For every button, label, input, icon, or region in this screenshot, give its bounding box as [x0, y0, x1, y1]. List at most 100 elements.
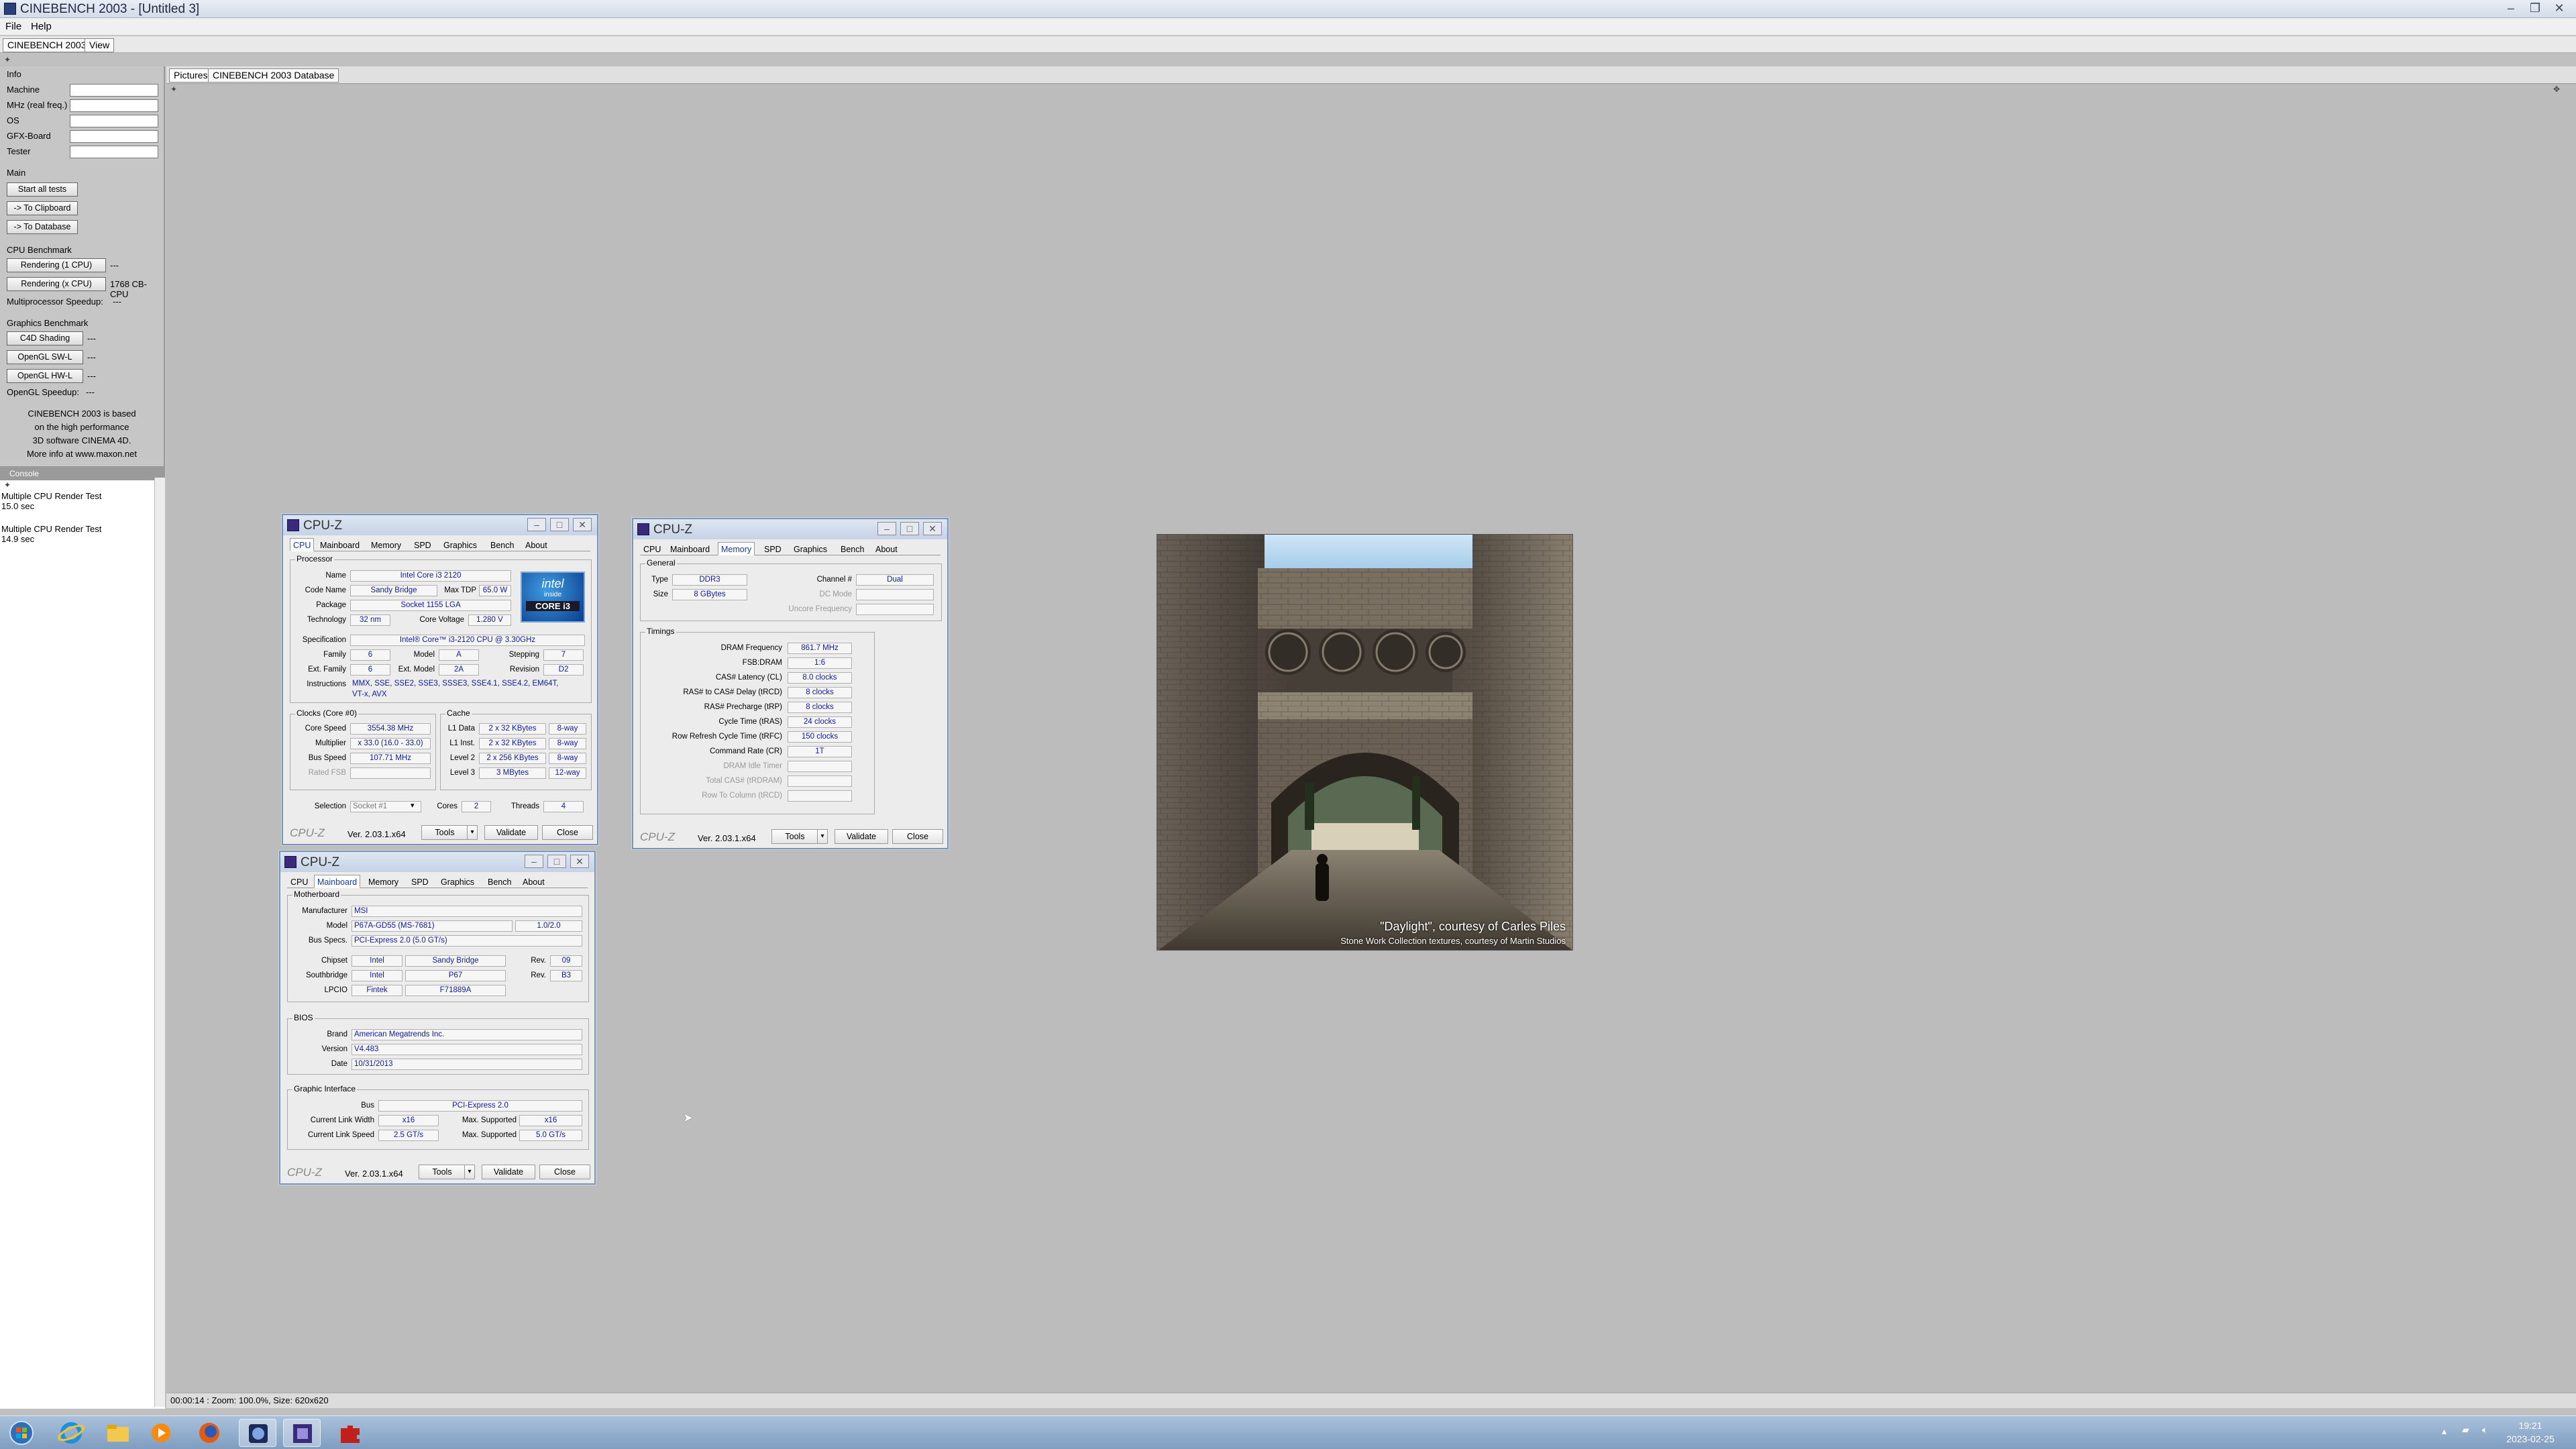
tab-mainboard[interactable]: Mainboard	[314, 875, 361, 888]
maxon-link[interactable]: More info at www.maxon.net	[7, 447, 157, 461]
to-clipboard-button[interactable]: -> To Clipboard	[7, 201, 78, 215]
validate-button[interactable]: Validate	[482, 1165, 535, 1179]
network-icon[interactable]: ▰	[2462, 1424, 2469, 1436]
gfx-board-field[interactable]	[70, 130, 158, 143]
taskbar-date[interactable]: 2023-02-25	[2504, 1434, 2557, 1444]
chipset-rev-label: Rev.	[531, 957, 546, 965]
tab-graphics[interactable]: Graphics	[440, 538, 480, 551]
menu-file[interactable]: File	[5, 21, 21, 32]
close-button[interactable]: ✕	[923, 522, 942, 535]
console-pin-icon[interactable]: ✦	[4, 480, 11, 490]
picture-move-icon[interactable]: ✥	[2553, 85, 2560, 94]
c4d-shading-button[interactable]: C4D Shading	[7, 331, 83, 345]
tab-view[interactable]: View	[85, 38, 115, 52]
specification-label: Specification	[302, 636, 346, 644]
cinebench-taskbar-button[interactable]	[239, 1419, 276, 1447]
tab-mainboard[interactable]: Mainboard	[317, 538, 363, 551]
app-taskbar-button[interactable]	[331, 1419, 369, 1447]
chevron-down-icon[interactable]: ▾	[411, 801, 415, 810]
tab-memory[interactable]: Memory	[368, 538, 405, 551]
close-button[interactable]: ✕	[570, 855, 589, 868]
tab-bench[interactable]: Bench	[837, 542, 867, 555]
tab-memory[interactable]: Memory	[718, 542, 755, 555]
tools-button[interactable]: Tools	[771, 829, 818, 844]
stepping-value: 7	[543, 649, 584, 661]
multiplier-label: Multiplier	[315, 739, 346, 747]
firefox-taskbar-button[interactable]	[191, 1419, 228, 1447]
tab-cpu[interactable]: CPU	[290, 538, 315, 551]
tab-spd[interactable]: SPD	[408, 875, 432, 888]
tab-bench[interactable]: Bench	[484, 875, 515, 888]
maximize-button[interactable]: ❐	[2524, 1, 2546, 16]
to-database-button[interactable]: -> To Database	[7, 220, 78, 234]
current-link-width-value: x16	[378, 1115, 439, 1126]
l1-data-value: 2 x 32 KBytes	[479, 723, 546, 735]
rendering-1cpu-button[interactable]: Rendering (1 CPU)	[7, 258, 106, 272]
minimize-button[interactable]: –	[527, 518, 546, 531]
rated-fsb-label: Rated FSB	[308, 769, 346, 777]
tools-dropdown-icon[interactable]: ▾	[464, 1165, 475, 1179]
minimize-button[interactable]: –	[525, 855, 543, 868]
tab-about[interactable]: About	[522, 538, 551, 551]
tab-pictures[interactable]: Pictures	[169, 68, 213, 83]
maximize-button[interactable]: □	[547, 855, 566, 868]
family-value: 6	[350, 649, 390, 661]
tab-database[interactable]: CINEBENCH 2003 Database	[208, 68, 339, 83]
close-window-button[interactable]: Close	[892, 829, 943, 844]
tab-mainboard[interactable]: Mainboard	[667, 542, 713, 555]
tab-spd[interactable]: SPD	[761, 542, 785, 555]
tester-field[interactable]	[70, 146, 158, 158]
console-scrollbar[interactable]	[154, 478, 165, 1407]
minimize-button[interactable]: –	[2500, 1, 2522, 16]
tab-graphics[interactable]: Graphics	[437, 875, 478, 888]
mhz-field[interactable]	[70, 99, 158, 112]
minimize-button[interactable]: –	[877, 522, 896, 535]
tools-dropdown-icon[interactable]: ▾	[467, 825, 478, 840]
os-field[interactable]	[70, 115, 158, 127]
tab-cinebench[interactable]: CINEBENCH 2003	[3, 38, 91, 52]
maximize-button[interactable]: □	[900, 522, 919, 535]
tab-spd[interactable]: SPD	[411, 538, 435, 551]
validate-button[interactable]: Validate	[484, 825, 538, 840]
media-player-taskbar-button[interactable]	[142, 1419, 180, 1447]
opengl-hw-button[interactable]: OpenGL HW-L	[7, 369, 83, 383]
start-button[interactable]	[3, 1419, 40, 1447]
picture-pin-icon[interactable]: ✦	[170, 85, 177, 94]
validate-button[interactable]: Validate	[835, 829, 888, 844]
tab-memory[interactable]: Memory	[365, 875, 402, 888]
close-button[interactable]: ✕	[2548, 1, 2571, 16]
menu-bar: File Help	[0, 18, 2576, 36]
taskbar-time[interactable]: 19:21	[2504, 1420, 2557, 1431]
tab-about[interactable]: About	[872, 542, 901, 555]
tools-button[interactable]: Tools	[421, 825, 468, 840]
maximize-button[interactable]: □	[550, 518, 569, 531]
tab-graphics[interactable]: Graphics	[790, 542, 830, 555]
explorer-taskbar-button[interactable]	[99, 1419, 137, 1447]
close-window-button[interactable]: Close	[542, 825, 593, 840]
tab-about[interactable]: About	[519, 875, 548, 888]
tab-cpu[interactable]: CPU	[640, 542, 664, 555]
menu-help[interactable]: Help	[31, 21, 52, 32]
tab-bench[interactable]: Bench	[487, 538, 517, 551]
tray-chevron-up-icon[interactable]: ▴	[2442, 1426, 2447, 1437]
type-value: DDR3	[672, 574, 747, 586]
close-window-button[interactable]: Close	[539, 1165, 590, 1179]
timing-label: Total CAS# (tRDRAM)	[706, 777, 782, 785]
pin-icon[interactable]: ✦	[4, 55, 11, 64]
opengl-sw-button[interactable]: OpenGL SW-L	[7, 350, 83, 364]
volume-icon[interactable]: 🔈︎	[2482, 1424, 2487, 1436]
rated-fsb-value	[350, 767, 431, 779]
multiplier-value: x 33.0 (16.0 - 33.0)	[350, 738, 431, 749]
start-all-tests-button[interactable]: Start all tests	[7, 182, 78, 197]
tab-cpu[interactable]: CPU	[287, 875, 311, 888]
close-button[interactable]: ✕	[573, 518, 592, 531]
level2-value: 2 x 256 KBytes	[479, 753, 546, 764]
ie-taskbar-button[interactable]	[52, 1419, 90, 1447]
cpuz-taskbar-button[interactable]	[283, 1419, 321, 1447]
rendering-xcpu-button[interactable]: Rendering (x CPU)	[7, 277, 106, 291]
chipset-vendor: Intel	[352, 955, 402, 967]
machine-field[interactable]	[70, 84, 158, 97]
tools-dropdown-icon[interactable]: ▾	[817, 829, 828, 844]
cpuz-logo: CPU-Z	[640, 830, 675, 843]
tools-button[interactable]: Tools	[419, 1165, 466, 1179]
